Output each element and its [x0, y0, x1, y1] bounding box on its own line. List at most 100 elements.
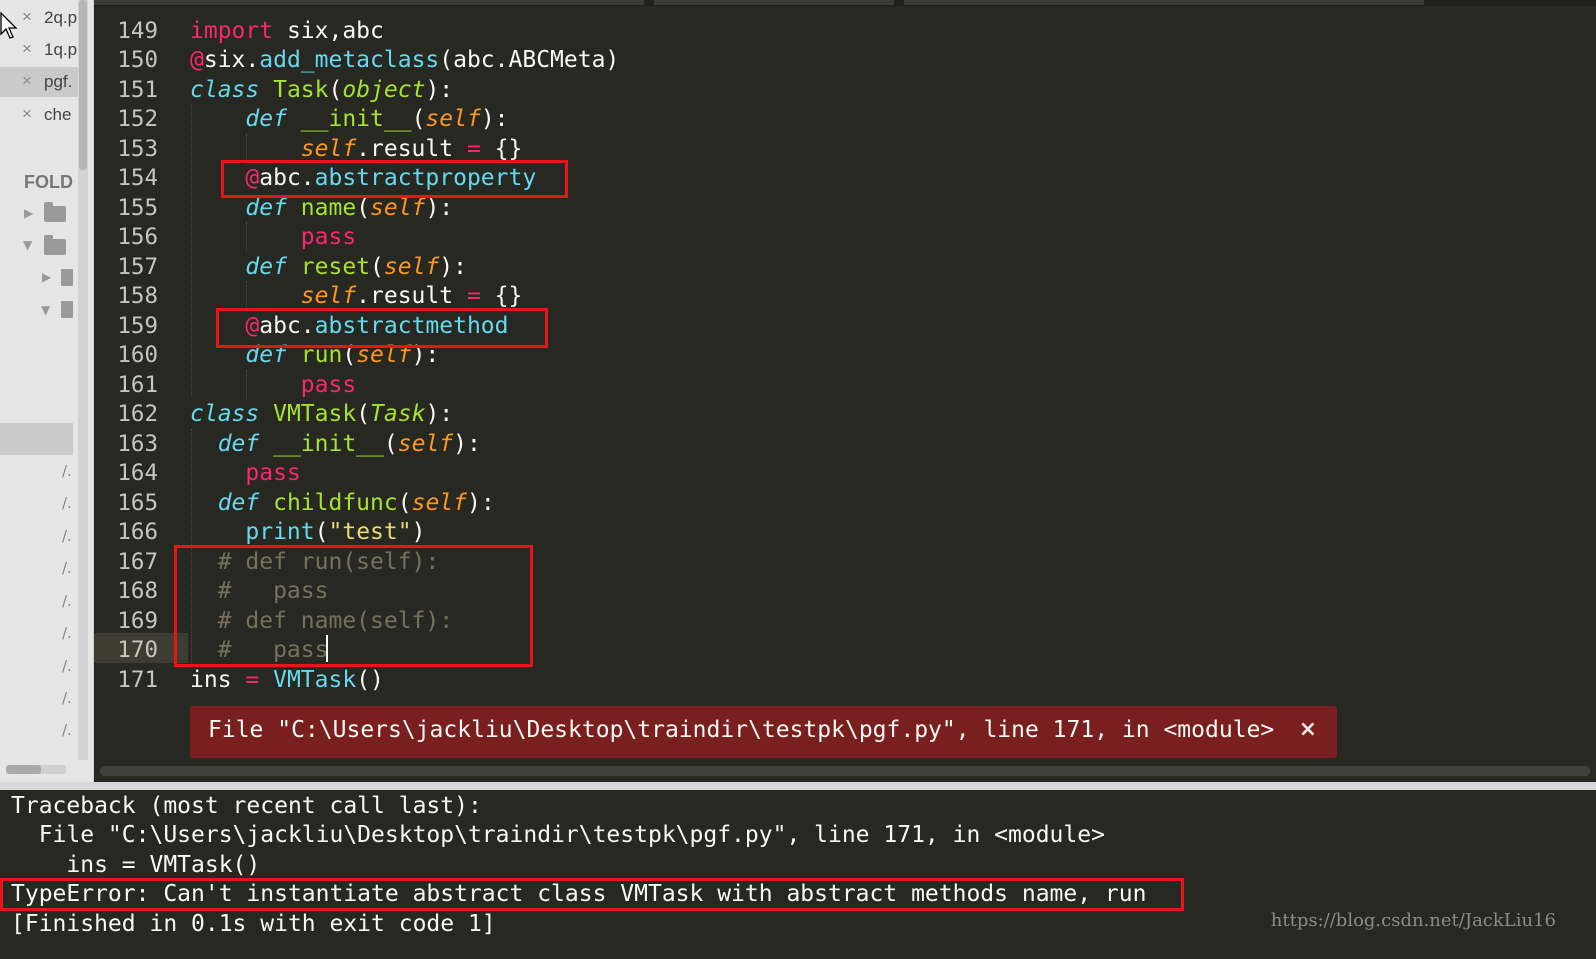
token: ): — [439, 254, 467, 280]
line-number: 169 — [117, 608, 158, 634]
annotation-box — [174, 545, 533, 667]
annotation-box — [221, 160, 568, 198]
token: ): — [453, 431, 481, 457]
open-file-label: 1q.p — [44, 40, 78, 59]
tree-item-truncated[interactable]: /. — [62, 494, 72, 512]
code-editor[interactable]: 149 150 151 152 153 154 155 156 157 158 … — [94, 0, 1596, 782]
chevron-right-icon[interactable]: ▶ — [24, 206, 33, 220]
tree-item-truncated[interactable]: /. — [62, 624, 72, 642]
token: def — [245, 254, 287, 280]
token: = — [245, 667, 260, 693]
token: () — [356, 667, 384, 693]
tree-item-truncated[interactable]: /. — [62, 527, 72, 545]
scrollbar-thumb[interactable] — [79, 0, 87, 170]
token: class — [190, 77, 260, 103]
token: {} — [480, 283, 523, 309]
tree-selected-row[interactable] — [0, 423, 73, 455]
line-number: 166 — [117, 519, 158, 545]
token: ( — [370, 254, 384, 280]
token: VMTask — [273, 667, 357, 693]
sidebar-scrollbar[interactable] — [78, 0, 88, 760]
line-number: 163 — [117, 431, 158, 457]
line-number: 152 — [117, 106, 158, 132]
close-icon[interactable]: × — [22, 7, 32, 27]
file-icon[interactable] — [61, 269, 73, 286]
token: ): — [480, 106, 509, 132]
open-file-item[interactable]: × 2q.p — [0, 3, 78, 33]
token: def — [245, 195, 287, 221]
code-line: pass — [190, 222, 356, 252]
folder-open-icon[interactable] — [44, 235, 66, 255]
token: pass — [300, 224, 357, 250]
tree-item-truncated[interactable]: /. — [62, 721, 72, 739]
token: ( — [411, 106, 426, 132]
token: @ — [190, 47, 204, 73]
folder-icon[interactable] — [44, 202, 66, 222]
token: def — [245, 106, 287, 132]
folder-open-icon[interactable] — [61, 301, 73, 318]
tree-item-truncated[interactable]: /. — [62, 559, 72, 577]
token: print — [245, 519, 315, 545]
scrollbar-thumb[interactable] — [6, 765, 41, 774]
editor-horizontal-scrollbar[interactable] — [100, 766, 1590, 776]
token: import — [190, 18, 274, 44]
line-number: 158 — [117, 283, 158, 309]
line-number: 162 — [117, 401, 158, 427]
close-icon[interactable]: × — [22, 39, 32, 59]
chevron-down-icon[interactable]: ▼ — [41, 303, 50, 317]
code-line: ins = VMTask() — [190, 665, 384, 695]
tree-item-truncated[interactable]: /. — [62, 462, 72, 480]
open-file-item[interactable]: × 1q.p — [0, 35, 78, 65]
line-number: 155 — [117, 195, 158, 221]
token: def — [217, 431, 260, 457]
token: add_metaclass — [259, 47, 440, 73]
code-line: class Task(object): — [190, 75, 453, 105]
open-file-item-active[interactable]: × pgf. — [0, 67, 78, 97]
token: self — [411, 490, 467, 516]
token: ): — [425, 195, 454, 221]
line-number-current: 170 — [117, 637, 158, 663]
token: pass — [300, 372, 357, 398]
token: reset — [286, 254, 371, 280]
token: VMTask — [259, 401, 357, 427]
close-icon[interactable]: × — [1299, 717, 1317, 742]
line-number: 156 — [117, 224, 158, 250]
token: ( — [383, 431, 398, 457]
tree-item-truncated[interactable]: /. — [62, 689, 72, 707]
code-line: def childfunc(self): — [190, 488, 495, 518]
line-number: 171 — [117, 667, 158, 693]
token: self — [425, 106, 481, 132]
open-file-label: 2q.p — [44, 8, 78, 27]
token: self — [370, 195, 426, 221]
token: ( — [397, 490, 412, 516]
token: "test" — [328, 519, 412, 545]
token: Task — [370, 401, 426, 427]
code-line: def __init__(self): — [190, 429, 481, 459]
token: ): — [466, 490, 495, 516]
build-output-panel[interactable]: Traceback (most recent call last): File … — [0, 790, 1596, 959]
tree-item-truncated[interactable]: /. — [62, 592, 72, 610]
token: childfunc — [259, 490, 398, 516]
close-icon[interactable]: × — [22, 71, 32, 91]
code-line: def reset(self): — [190, 252, 467, 282]
output-line: File "C:\Users\jackliu\Desktop\traindir\… — [11, 822, 1105, 848]
close-icon[interactable]: × — [22, 104, 32, 124]
token: .result — [356, 283, 467, 309]
open-file-item[interactable]: × che — [0, 100, 78, 130]
watermark: https://blog.csdn.net/JackLiu16 — [1270, 910, 1556, 931]
open-file-label: pgf. — [44, 72, 73, 91]
panel-divider[interactable] — [0, 782, 1596, 790]
tab-bar — [94, 0, 1596, 6]
tree-item-truncated[interactable]: /. — [62, 657, 72, 675]
sidebar-horizontal-scrollbar[interactable] — [6, 765, 66, 774]
chevron-down-icon[interactable]: ▼ — [23, 238, 32, 252]
chevron-right-icon[interactable]: ▶ — [42, 270, 51, 284]
line-number: 164 — [117, 460, 158, 486]
